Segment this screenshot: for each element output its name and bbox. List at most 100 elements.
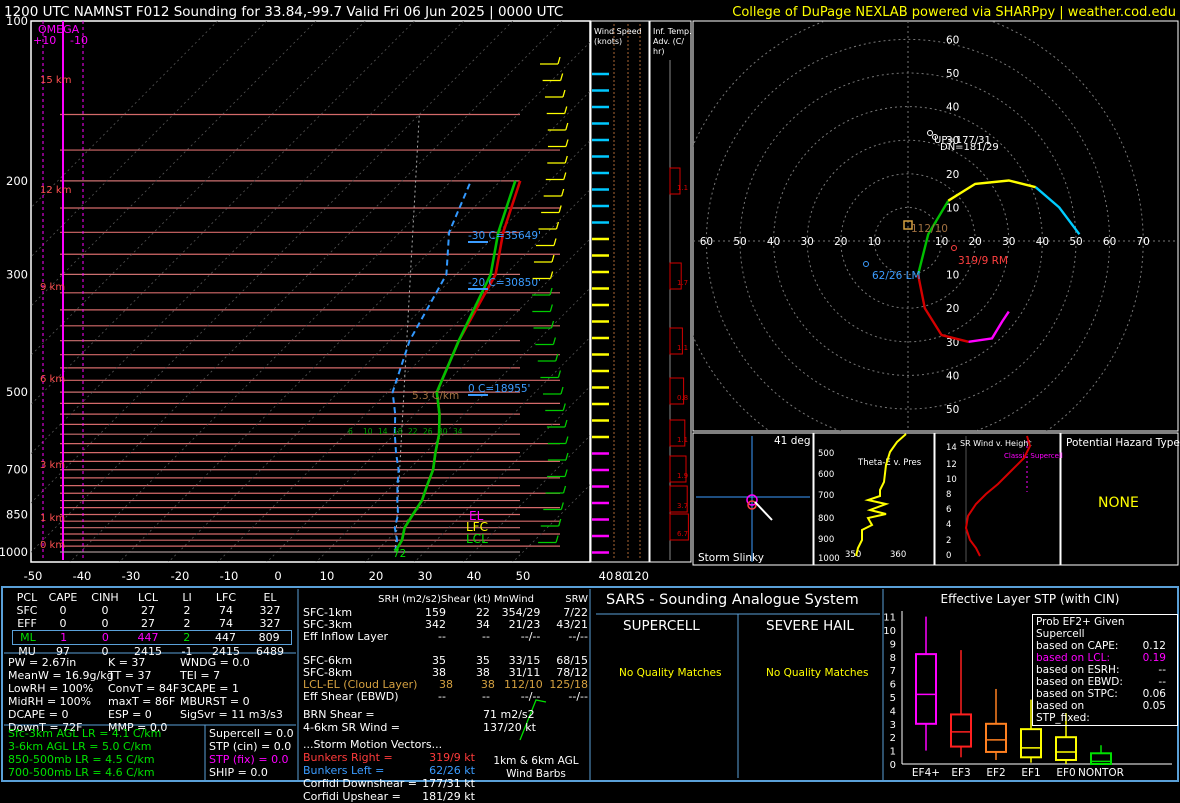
kinematics-cell: 112/10 <box>504 678 543 691</box>
stp-y-tick: 0 <box>890 760 896 771</box>
hodo-y-label: 40 <box>946 370 959 382</box>
temp-tick: 20 <box>369 569 384 583</box>
pressure-tick: 700 <box>6 463 28 477</box>
inf-temp-value: 1.1 <box>677 344 688 352</box>
mean-wind-label: 112/10 <box>911 223 948 235</box>
ef-prob-row: based on STP_fixed: 0.05 <box>1036 700 1174 724</box>
hodo-trace <box>947 179 1036 202</box>
theta-y-tick: 1000 <box>818 554 840 564</box>
stp-y-tick: 7 <box>890 666 896 677</box>
kinematics-cell: 342 <box>424 618 446 631</box>
wind-barb-flag <box>557 370 562 378</box>
temp-tick: 10 <box>320 569 335 583</box>
wetbulb-line <box>391 180 472 553</box>
srwind-y-tick: 12 <box>946 460 957 470</box>
kinematics-row: Eff Inflow Layer -- -- --/-- --/-- <box>303 630 588 643</box>
parcel-cell: 74 <box>219 617 233 630</box>
kinematics-cell: 354/29 <box>501 606 541 619</box>
indices-col3: WNDG = 0.0 TEI = 7 3CAPE = 1 MBURST = 0 SigS… <box>180 656 283 721</box>
inf-temp-value: 1.9 <box>677 472 688 480</box>
up-marker <box>927 130 933 136</box>
srwind-supercell-label: Classic Supercell <box>1004 452 1063 460</box>
lm-label: 62/26 LM <box>872 270 921 282</box>
stp-y-tick: 3 <box>890 720 896 731</box>
wind-barb-flag <box>565 436 569 444</box>
parcel-header: LCL <box>138 591 158 604</box>
kinematics-cell: SFC-6km <box>303 654 353 667</box>
kinematics-cell: SFC-8km <box>303 666 353 679</box>
parcel-cell: 0 <box>59 604 67 617</box>
wind-barb-flag <box>562 403 566 411</box>
wind-barb-flag <box>564 106 568 114</box>
ef-prob-box: Prob EF2+ Given Supercell based on CAPE:… <box>1032 614 1178 726</box>
composite-value: Supercell = 0.0 <box>209 727 294 740</box>
freezing-level-label: -30 C=35649' <box>468 230 541 242</box>
ef-prob-label: based on STPC: <box>1036 688 1118 700</box>
wind-barb-flag <box>555 535 559 543</box>
theta-y-tick: 800 <box>818 514 834 524</box>
hodo-y-label: 10 <box>946 270 959 282</box>
ef-prob-title: Prob EF2+ Given Supercell <box>1036 616 1125 640</box>
index-value: LowRH = 100% <box>8 682 94 695</box>
parcel-cell: 447 <box>214 631 236 644</box>
kinematics-cell: 31/11 <box>508 666 541 679</box>
isotherm-line <box>463 435 590 562</box>
wind-barb-flag <box>557 56 561 65</box>
parcel-cell: SFC <box>16 604 38 617</box>
theta-y-tick: 500 <box>818 449 834 459</box>
omega-right: -10 <box>70 34 88 47</box>
height-label: 0 km <box>40 540 65 551</box>
sars-supercell-matches: No Quality Matches <box>619 667 722 679</box>
corfidi-up-label: Corfidi Upshear = <box>303 790 401 803</box>
isotherm-line <box>266 238 590 562</box>
theta-y-tick: 600 <box>818 470 834 480</box>
hodo-x-label: 40 <box>767 236 780 248</box>
kinematics-cell: 38 <box>480 678 495 691</box>
corfidi-up-row: Corfidi Upshear = 181/29 kt <box>303 790 588 803</box>
wind-barb-flag <box>550 320 555 329</box>
temp-tick: -20 <box>171 569 190 583</box>
parcel-row: EFF 0 0 27 2 74 327 <box>12 617 292 630</box>
mixing-ratio-label: 22 <box>408 427 418 436</box>
inf-temp-value: 6.7 <box>677 530 688 538</box>
parcel-table: PCL CAPE CINH LCL LI LFC EL SFC 0 0 27 2 74 327 EFF 0 0… <box>12 591 292 658</box>
hazard-title: Potential Hazard Type <box>1066 437 1180 449</box>
temp-tick: 0 <box>274 569 281 583</box>
parcel-cell: ML <box>20 631 36 644</box>
stp-y-tick: 10 <box>883 626 896 637</box>
parcel-cell: 27 <box>141 604 155 617</box>
parcel-header: PCL <box>16 591 38 604</box>
kinematics-cell: 33/15 <box>508 654 541 667</box>
wind-barb-flag <box>560 502 564 510</box>
wind-speed-tick: 40 <box>599 569 614 583</box>
ef-prob-value: 0.12 <box>1142 640 1166 652</box>
stp-box <box>950 713 972 748</box>
stp-y-tick: 6 <box>890 680 896 691</box>
wind-barb-flag <box>552 337 556 345</box>
height-label: 3 km <box>40 460 65 471</box>
hodo-y-label: 60 <box>946 34 959 46</box>
ef-prob-label: based on LCL: <box>1036 652 1111 664</box>
kinematics-cell: SFC-3km <box>303 618 353 631</box>
parcel-cell: 809 <box>258 631 280 644</box>
stp-box <box>985 722 1007 753</box>
ef-prob-value: 0.19 <box>1142 652 1166 664</box>
parcel-cell: EFF <box>17 617 37 630</box>
temp-tick: 50 <box>516 569 531 583</box>
stp-y-tick: 5 <box>890 693 896 704</box>
stp-y-tick: 8 <box>890 653 896 664</box>
slinky-label: Storm Slinky <box>698 552 764 564</box>
freezing-level-label: 0 C=18955' <box>468 383 530 395</box>
hodo-x-label: 50 <box>1069 236 1082 248</box>
bunkers-left-label: Bunkers Left = <box>303 764 385 777</box>
wind-barb-flag <box>564 469 568 477</box>
hodo-y-label: 20 <box>946 169 959 181</box>
index-value: TEI = 7 <box>180 669 221 682</box>
mixing-ratio-label: 14 <box>378 427 388 436</box>
corfidi-down-value: 177/31 kt <box>422 777 475 790</box>
composite-value: STP (cin) = 0.0 <box>209 740 292 753</box>
temp-tick: 30 <box>418 569 433 583</box>
hodo-trace <box>1034 186 1081 236</box>
stp-y-tick: 11 <box>883 613 896 624</box>
kinematics-cell <box>446 642 490 654</box>
